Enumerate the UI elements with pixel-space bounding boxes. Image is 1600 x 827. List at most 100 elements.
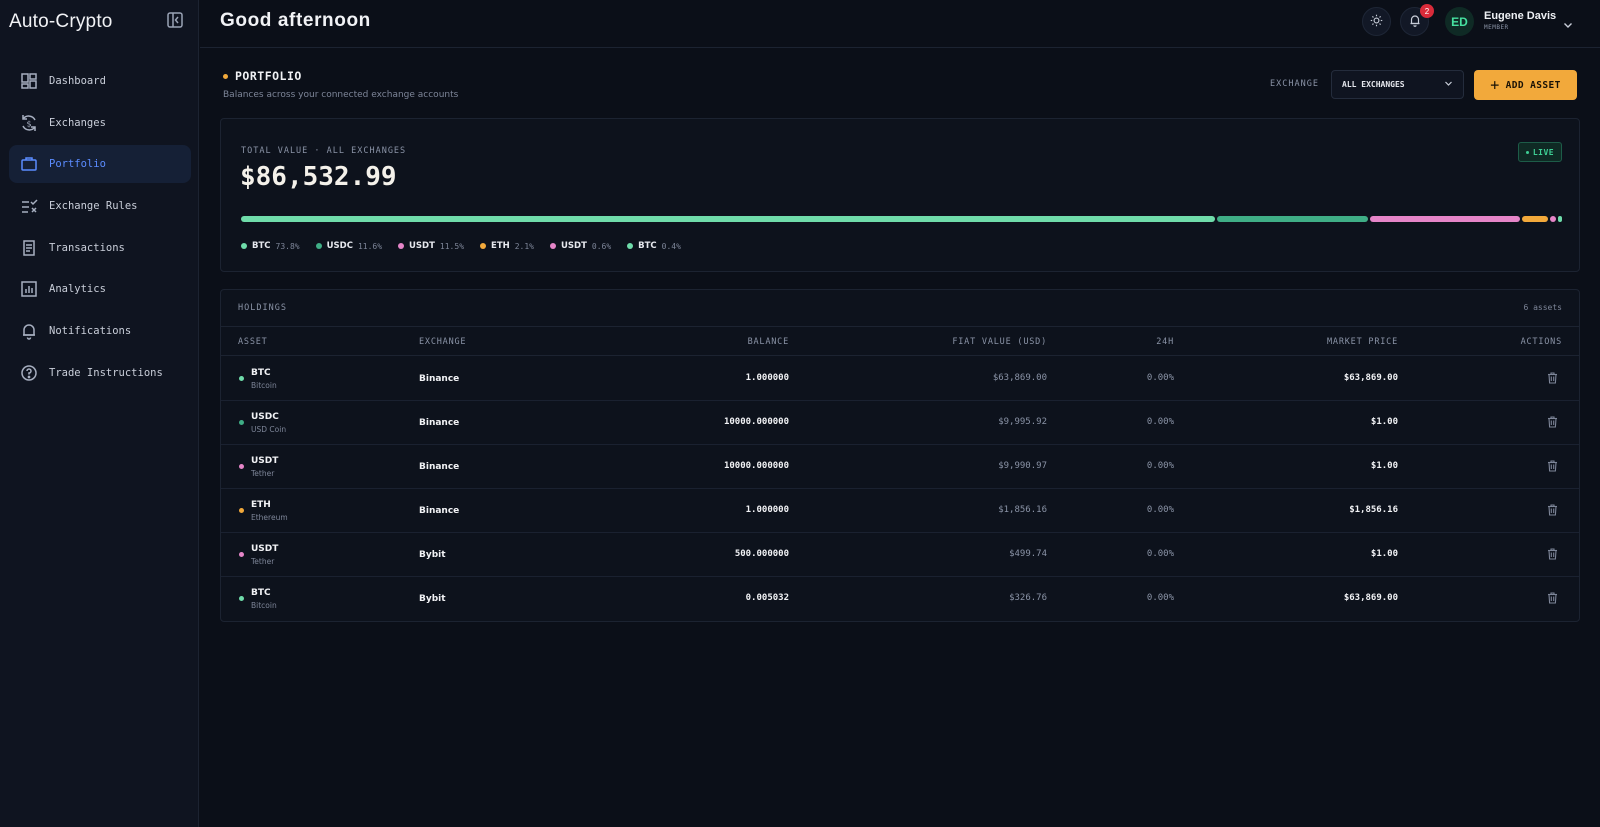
column-header-exchange[interactable]: EXCHANGE: [419, 337, 466, 347]
delete-asset-button[interactable]: [1545, 371, 1559, 385]
market-price-cell: $63,869.00: [1343, 373, 1398, 383]
exchange-cell: Bybit: [419, 594, 446, 604]
live-label: LIVE: [1532, 147, 1555, 157]
sidebar-item-portfolio[interactable]: Portfolio: [9, 145, 191, 184]
table-row[interactable]: USDT Tether Binance 10000.000000 $9,990.…: [221, 445, 1579, 489]
total-value: $86,532.99: [240, 162, 397, 192]
delete-asset-button[interactable]: [1545, 547, 1559, 561]
trash-icon: [1547, 548, 1557, 560]
sidebar-item-label: Exchange Rules: [49, 200, 138, 213]
legend-asset: USDT: [409, 241, 435, 251]
chevron-down-icon: [1444, 80, 1453, 89]
exchange-select[interactable]: ALL EXCHANGES: [1331, 70, 1464, 99]
allocation-segment-eth-3: [1521, 216, 1548, 222]
briefcase-icon: [19, 154, 39, 174]
legend-item: ETH 2.1%: [480, 241, 534, 251]
column-header-24h[interactable]: 24H: [1156, 337, 1174, 347]
sidebar-item-exchange-rules[interactable]: Exchange Rules: [9, 187, 191, 225]
legend-asset: USDT: [561, 241, 587, 251]
legend-percent: 0.4%: [661, 241, 681, 251]
chevron-down-icon[interactable]: [1563, 14, 1573, 33]
market-price-cell: $1.00: [1370, 417, 1398, 427]
table-row[interactable]: USDC USD Coin Binance 10000.000000 $9,99…: [221, 401, 1579, 445]
user-name[interactable]: Eugene Davis: [1484, 10, 1556, 22]
top-bar: Good afternoon 2 ED Eugene Davis MEMBER: [200, 0, 1600, 48]
sidebar-item-transactions[interactable]: Transactions: [9, 229, 191, 267]
avatar[interactable]: ED: [1445, 7, 1474, 36]
sidebar-item-label: Portfolio: [49, 158, 106, 171]
exchange-cell: Binance: [419, 418, 460, 428]
delete-asset-button[interactable]: [1545, 591, 1559, 605]
sidebar-item-exchanges[interactable]: $ Exchanges: [9, 104, 191, 142]
sidebar-item-trade-instructions[interactable]: Trade Instructions: [9, 354, 191, 392]
trash-icon: [1547, 460, 1557, 472]
sidebar-item-label: Exchanges: [49, 116, 106, 129]
table-row[interactable]: USDT Tether Bybit 500.000000 $499.74 0.0…: [221, 533, 1579, 577]
delete-asset-button[interactable]: [1545, 503, 1559, 517]
allocation-segment-usdt-2: [1369, 216, 1520, 222]
theme-toggle-button[interactable]: [1362, 7, 1391, 36]
fiat-value-cell: $326.76: [1009, 593, 1047, 603]
page-subtitle: Balances across your connected exchange …: [223, 90, 459, 100]
sidebar-item-label: Transactions: [49, 241, 125, 254]
delete-asset-button[interactable]: [1545, 459, 1559, 473]
balance-cell: 1.000000: [745, 373, 789, 383]
add-asset-button[interactable]: + ADD ASSET: [1474, 70, 1577, 100]
trash-icon: [1547, 416, 1557, 428]
balance-cell: 10000.000000: [723, 417, 789, 427]
svg-text:$: $: [26, 119, 31, 128]
sidebar-item-label: Notifications: [49, 325, 132, 338]
column-header-asset[interactable]: ASSET: [238, 337, 268, 347]
chart-icon: [19, 279, 39, 299]
fiat-value-cell: $499.74: [1009, 549, 1047, 559]
legend-percent: 2.1%: [514, 241, 534, 251]
legend-item: USDT 0.6%: [550, 241, 611, 251]
legend-item: BTC 73.8%: [241, 241, 300, 251]
asset-name: Tether: [251, 469, 275, 478]
dashboard-icon: [19, 71, 39, 91]
rules-icon: [19, 196, 39, 216]
asset-symbol: ETH: [251, 500, 271, 510]
bell-icon: [1409, 12, 1421, 31]
asset-name: Bitcoin: [251, 381, 277, 390]
page-title: PORTFOLIO: [223, 69, 458, 83]
legend-dot: [315, 243, 322, 249]
fiat-value-cell: $9,990.97: [998, 461, 1047, 471]
sidebar-item-analytics[interactable]: Analytics: [9, 270, 191, 308]
brand-logo[interactable]: Auto-Crypto: [9, 11, 113, 33]
delete-asset-button[interactable]: [1545, 415, 1559, 429]
legend-dot: [627, 243, 634, 249]
column-header-market-price[interactable]: MARKET PRICE: [1327, 337, 1398, 347]
notifications-button[interactable]: 2: [1400, 4, 1434, 36]
exchange-cell: Binance: [419, 462, 460, 472]
trash-icon: [1547, 592, 1557, 604]
receipt-icon: [19, 238, 39, 258]
legend-dot: [398, 243, 405, 249]
column-header-actions: ACTIONS: [1520, 337, 1562, 347]
market-price-cell: $1.00: [1370, 549, 1398, 559]
holdings-table: HOLDINGS 6 assets ASSET EXCHANGE BALANCE…: [220, 289, 1580, 622]
sidebar-item-notifications[interactable]: Notifications: [9, 312, 191, 350]
sidebar-item-label: Analytics: [49, 283, 106, 296]
asset-color-dot: [239, 464, 244, 469]
column-header-balance[interactable]: BALANCE: [748, 337, 789, 347]
table-row[interactable]: ETH Ethereum Binance 1.000000 $1,856.16 …: [221, 489, 1579, 533]
exchange-filter-label: EXCHANGE: [1270, 79, 1319, 89]
legend-dot: [480, 243, 487, 249]
asset-symbol: USDT: [251, 544, 279, 554]
fiat-value-cell: $1,856.16: [998, 505, 1047, 515]
legend-percent: 11.6%: [357, 241, 383, 251]
trash-icon: [1547, 372, 1557, 384]
holdings-title: HOLDINGS: [238, 303, 287, 313]
user-role: MEMBER: [1484, 24, 1509, 31]
sidebar-item-dashboard[interactable]: Dashboard: [9, 62, 191, 100]
exchange-cell: Binance: [419, 506, 460, 516]
allocation-segment-usdc-1: [1216, 216, 1368, 222]
column-header-fiat-value[interactable]: FIAT VALUE (USD): [952, 337, 1047, 347]
page-title-text: PORTFOLIO: [235, 69, 302, 83]
sidebar-collapse-button[interactable]: [163, 11, 187, 33]
exchange-cell: Bybit: [419, 550, 446, 560]
exchange-cell: Binance: [419, 374, 460, 384]
table-row[interactable]: BTC Bitcoin Bybit 0.005032 $326.76 0.00%…: [221, 577, 1579, 621]
table-row[interactable]: BTC Bitcoin Binance 1.000000 $63,869.00 …: [221, 357, 1579, 401]
